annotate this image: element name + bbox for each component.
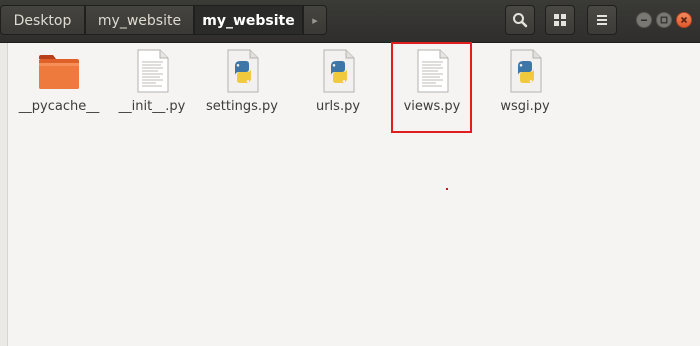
file-name: settings.py <box>206 99 278 114</box>
minimize-icon <box>641 19 647 21</box>
search-icon <box>513 13 528 28</box>
close-icon <box>680 16 688 24</box>
file-name: urls.py <box>315 99 361 114</box>
file-item-urls[interactable]: urls.py <box>296 47 380 115</box>
search-button[interactable] <box>505 5 535 35</box>
breadcrumb-my-website-current[interactable]: my_website <box>194 5 303 35</box>
file-name: __pycache__ <box>18 99 100 114</box>
close-button[interactable] <box>676 12 692 28</box>
file-item-pycache[interactable]: __pycache__ <box>17 47 101 115</box>
maximize-icon <box>660 16 668 24</box>
highlight-box <box>391 42 472 133</box>
sidebar-edge <box>0 43 8 346</box>
breadcrumb-forward-button[interactable]: ▸ <box>303 5 327 35</box>
python-file-icon <box>510 49 542 93</box>
file-item-settings[interactable]: settings.py <box>200 47 284 115</box>
folder-icon <box>39 55 79 89</box>
file-item-wsgi[interactable]: wsgi.py <box>483 47 567 115</box>
breadcrumb-desktop[interactable]: Desktop <box>0 5 85 35</box>
text-file-icon <box>137 49 169 93</box>
file-name: wsgi.py <box>500 99 550 114</box>
grid-view-icon <box>554 14 566 26</box>
breadcrumb-my-website-parent[interactable]: my_website <box>85 5 194 35</box>
annotation-dot <box>446 188 448 190</box>
python-file-icon <box>227 49 259 93</box>
python-file-icon <box>323 49 355 93</box>
file-name: __init__.py <box>118 99 186 114</box>
menu-button[interactable] <box>587 5 617 35</box>
header-bar: Desktop my_website my_website ▸ <box>0 0 700 43</box>
maximize-button[interactable] <box>656 12 672 28</box>
hamburger-menu-icon <box>597 15 607 25</box>
file-item-init[interactable]: __init__.py <box>110 47 194 115</box>
view-mode-button[interactable] <box>545 5 575 35</box>
minimize-button[interactable] <box>636 12 652 28</box>
